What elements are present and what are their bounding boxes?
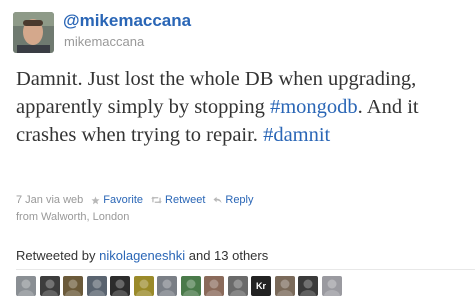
- person-silhouette-icon: [88, 279, 105, 296]
- person-silhouette-icon: [300, 279, 316, 296]
- retweeter-avatar-14[interactable]: [321, 276, 342, 296]
- retweeter-avatar-5[interactable]: [110, 276, 130, 296]
- favorite-button[interactable]: Favorite: [91, 194, 143, 206]
- retweet-icon: [151, 196, 162, 204]
- retweeter-avatar-8[interactable]: [180, 276, 201, 296]
- retweeter-avatars: Kr: [16, 276, 345, 296]
- retweeter-avatar-1[interactable]: [16, 276, 36, 296]
- hashtag-damnit-link[interactable]: #damnit: [263, 124, 330, 146]
- person-silhouette-icon: [18, 279, 34, 296]
- retweeter-avatar-label: Kr: [255, 281, 266, 291]
- person-silhouette-icon: [276, 279, 293, 296]
- person-silhouette-icon: [229, 279, 246, 296]
- retweeter-avatar-6[interactable]: [133, 276, 154, 296]
- person-silhouette-icon: [159, 279, 175, 296]
- tweet-location: from Walworth, London: [16, 211, 130, 223]
- retweeted-by: Retweeted by nikolageneshki and 13 other…: [16, 248, 268, 263]
- person-silhouette-icon: [112, 279, 128, 296]
- retweeted-by-suffix: and 13 others: [185, 248, 269, 263]
- retweeter-avatar-13[interactable]: [298, 276, 318, 296]
- reply-label: Reply: [225, 194, 254, 206]
- tweet-text: Damnit. Just lost the whole DB when upgr…: [16, 65, 468, 149]
- retweet-button[interactable]: Retweet: [151, 194, 205, 206]
- retweeted-by-prefix: Retweeted by: [16, 248, 100, 263]
- retweeter-avatar-12[interactable]: [274, 276, 295, 296]
- person-silhouette-icon: [65, 279, 81, 296]
- tweet-timestamp[interactable]: 7 Jan via web: [16, 194, 83, 206]
- retweeter-avatar-3[interactable]: [63, 276, 83, 296]
- person-silhouette-icon: [135, 279, 152, 296]
- star-icon: [91, 195, 100, 204]
- reply-arrow-icon: [213, 196, 222, 204]
- reply-button[interactable]: Reply: [213, 194, 254, 206]
- author-avatar-image: [13, 12, 54, 53]
- divider: [16, 269, 475, 270]
- hashtag-mongodb-link[interactable]: #mongodb: [270, 96, 358, 118]
- favorite-label: Favorite: [103, 194, 144, 206]
- person-silhouette-icon: [323, 279, 340, 296]
- retweet-label: Retweet: [165, 194, 206, 206]
- author-screen-name[interactable]: @mikemaccana: [63, 11, 191, 31]
- retweeter-avatar-4[interactable]: [86, 276, 107, 296]
- person-silhouette-icon: [41, 279, 58, 296]
- retweeter-avatar-2[interactable]: [39, 276, 60, 296]
- retweeter-avatar-10[interactable]: [227, 276, 248, 296]
- person-silhouette-icon: [182, 279, 199, 296]
- retweeter-avatar-11[interactable]: Kr: [251, 276, 271, 296]
- person-silhouette-icon: [206, 279, 222, 296]
- retweeter-avatar-9[interactable]: [204, 276, 224, 296]
- tweet-meta: 7 Jan via web Favorite Retweet Reply: [16, 194, 254, 206]
- retweeter-link[interactable]: nikolageneshki: [99, 248, 185, 263]
- author-username: mikemaccana: [64, 34, 145, 49]
- author-avatar[interactable]: [13, 12, 54, 53]
- retweeter-avatar-7[interactable]: [157, 276, 177, 296]
